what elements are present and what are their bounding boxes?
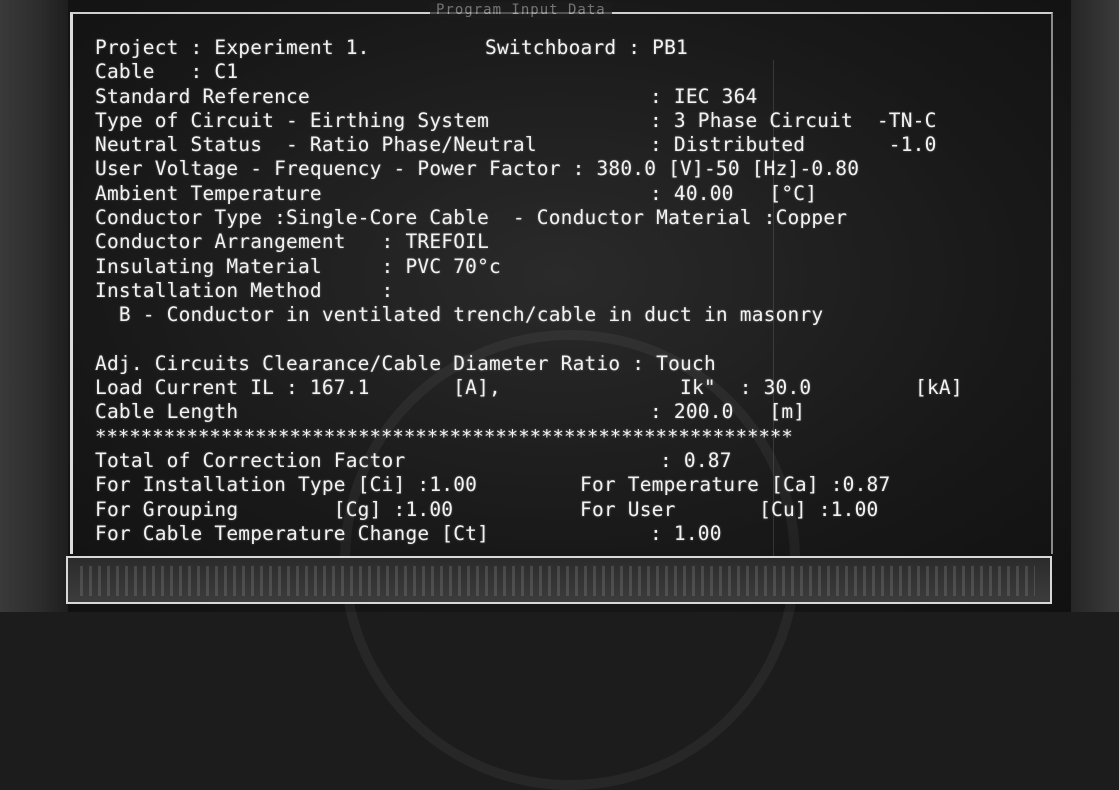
- insulating-material-text: Insulating Material : PVC 70°c: [95, 254, 501, 278]
- conductor-arrangement-line: Conductor Arrangement : TREFOIL: [95, 230, 1035, 254]
- installation-type-factor: For Installation Type [Ci] :1.00: [95, 473, 478, 497]
- status-panel-pattern: [80, 566, 1035, 596]
- separator-stars: ****************************************…: [95, 425, 793, 448]
- circuit-type-label: Type of Circuit - Eirthing System: [95, 108, 490, 132]
- ambient-temperature-label: Ambient Temperature: [95, 181, 322, 205]
- circuit-type-line: Type of Circuit - Eirthing System : 3 Ph…: [95, 109, 1035, 133]
- cable-temperature-change-value: : 1.00: [650, 521, 722, 545]
- switchboard-label: Switchboard : PB1: [485, 36, 688, 59]
- total-correction-line: Total of Correction Factor : 0.87: [95, 449, 1035, 473]
- cable-temperature-change-label: For Cable Temperature Change [Ct]: [95, 521, 490, 545]
- temperature-factor: For Temperature [Ca] :0.87: [580, 473, 891, 497]
- short-circuit-unit: [kA]: [915, 376, 963, 400]
- neutral-status-label: Neutral Status - Ratio Phase/Neutral: [95, 133, 537, 157]
- separator-line: ****************************************…: [95, 425, 1035, 449]
- voltage-line: User Voltage - Frequency - Power Factor …: [95, 157, 1035, 181]
- insulating-material-line: Insulating Material : PVC 70°c: [95, 255, 1035, 279]
- ambient-temperature-line: Ambient Temperature : 40.00 [°C]: [95, 182, 1035, 206]
- voltage-text: User Voltage - Frequency - Power Factor …: [95, 157, 860, 181]
- cable-line: Cable : C1: [95, 60, 1035, 84]
- project-label: Project : Experiment 1.: [95, 36, 370, 59]
- standard-reference-label: Standard Reference: [95, 84, 310, 108]
- monitor-bezel-right: [1071, 0, 1119, 612]
- neutral-status-value: : Distributed -1.0: [650, 133, 937, 157]
- load-current-text: Load Current IL : 167.1 [A],: [95, 376, 501, 400]
- project-line: Project : Experiment 1. Switchboard : PB…: [95, 36, 1035, 60]
- cable-length-label: Cable Length: [95, 400, 239, 424]
- short-circuit-current-text: Ik" : 30.0: [680, 376, 812, 400]
- standard-reference-value: : IEC 364: [650, 84, 758, 108]
- conductor-type-text: Conductor Type :Single-Core Cable - Cond…: [95, 206, 848, 230]
- window-title: Program Input Data: [430, 2, 612, 18]
- standard-reference-line: Standard Reference : IEC 364: [95, 85, 1035, 109]
- conductor-type-line: Conductor Type :Single-Core Cable - Cond…: [95, 206, 1035, 230]
- load-current-line: Load Current IL : 167.1 [A], Ik" : 30.0 …: [95, 376, 1035, 400]
- ambient-temperature-value: : 40.00 [°C]: [650, 181, 818, 205]
- total-correction-label: Total of Correction Factor: [95, 449, 406, 473]
- installation-method-value-line: B - Conductor in ventilated trench/cable…: [95, 303, 1035, 327]
- cable-length-line: Cable Length : 200.0 [m]: [95, 400, 1035, 424]
- monitor-bezel-left: [0, 0, 68, 612]
- installation-type-line: For Installation Type [Ci] :1.00 For Tem…: [95, 473, 1035, 497]
- input-data-panel: Project : Experiment 1. Switchboard : PB…: [95, 36, 1035, 546]
- clearance-ratio-text: Adj. Circuits Clearance/Cable Diameter R…: [95, 351, 716, 375]
- neutral-status-line: Neutral Status - Ratio Phase/Neutral : D…: [95, 133, 1035, 157]
- user-factor: For User [Cu] :1.00: [580, 497, 879, 521]
- grouping-factor: For Grouping [Cg] :1.00: [95, 497, 454, 521]
- installation-method-value: B - Conductor in ventilated trench/cable…: [95, 303, 824, 327]
- cable-length-value: : 200.0 [m]: [650, 400, 806, 424]
- grouping-line: For Grouping [Cg] :1.00 For User [Cu] :1…: [95, 498, 1035, 522]
- total-correction-value: : 0.87: [660, 449, 732, 473]
- conductor-arrangement-text: Conductor Arrangement : TREFOIL: [95, 230, 490, 254]
- installation-method-label: Installation Method :: [95, 278, 394, 302]
- clearance-ratio-line: Adj. Circuits Clearance/Cable Diameter R…: [95, 352, 1035, 376]
- cable-temperature-change-line: For Cable Temperature Change [Ct] : 1.00: [95, 522, 1035, 546]
- cable-label: Cable : C1: [95, 60, 239, 84]
- circuit-type-value: : 3 Phase Circuit -TN-C: [650, 108, 937, 132]
- installation-method-line: Installation Method :: [95, 279, 1035, 303]
